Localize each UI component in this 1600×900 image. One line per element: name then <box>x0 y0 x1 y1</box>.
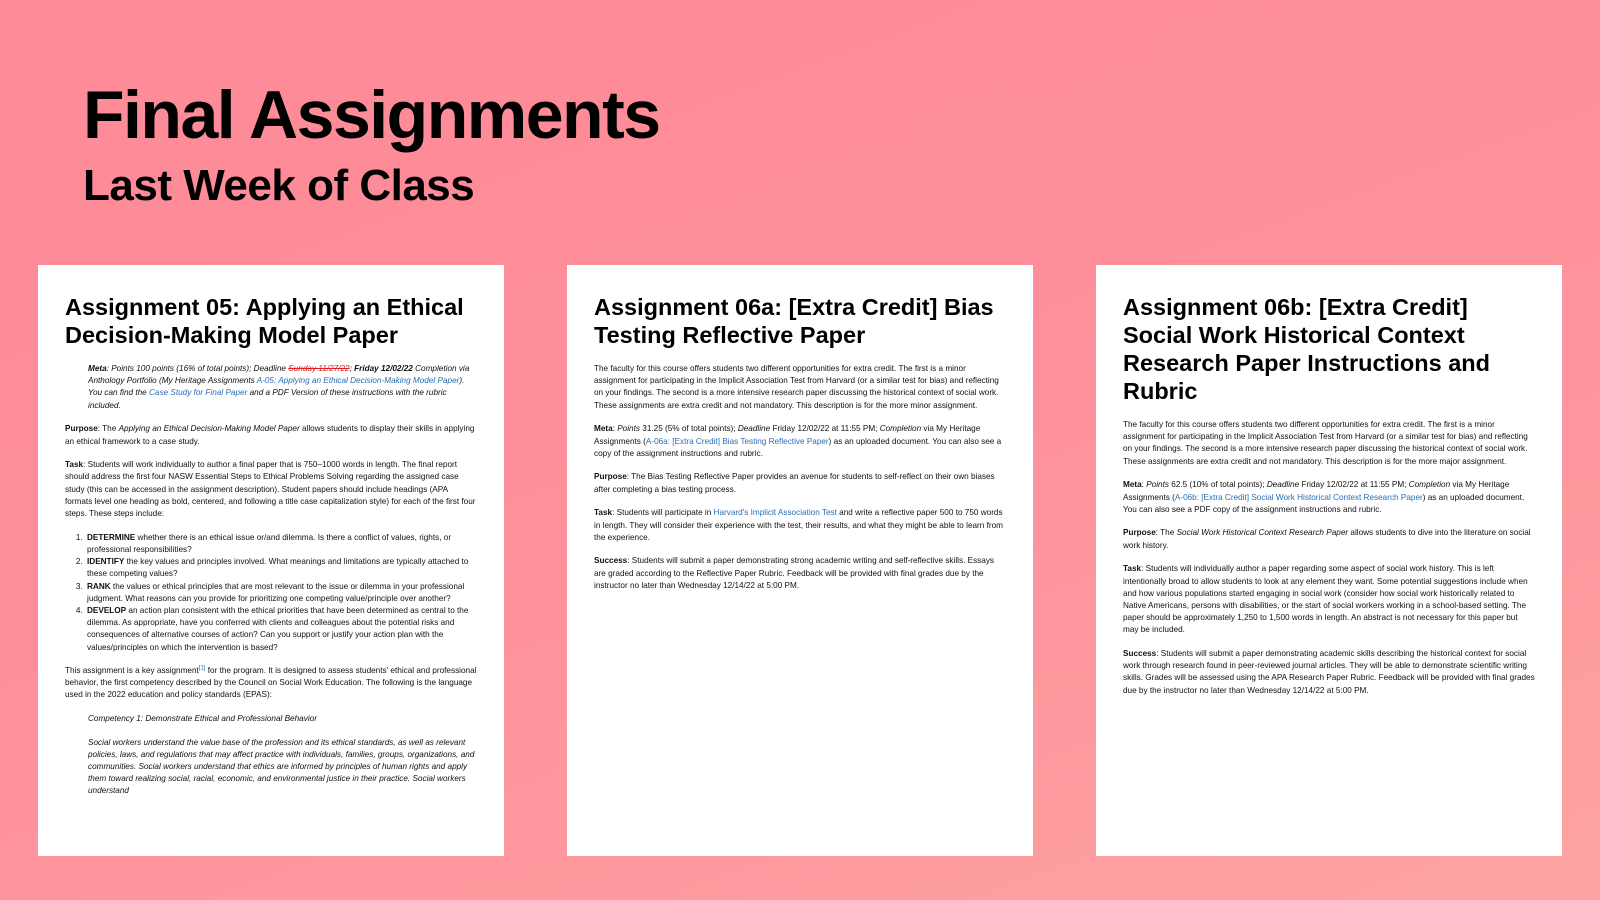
a05-assignment-link[interactable]: A-05: Applying an Ethical Decision-Makin… <box>257 376 460 385</box>
meta-text: 62.5 (10% of total points); <box>1168 480 1267 490</box>
list-item: RANK the values or ethical principles th… <box>85 581 477 605</box>
meta-text: 31.25 (5% of total points); <box>639 424 738 434</box>
slide-title: Final Assignments <box>83 77 661 153</box>
meta-points-label: Points <box>1146 480 1169 490</box>
meta-completion-label: Completion <box>1408 480 1451 490</box>
assignment-06b-success: Success: Students will submit a paper de… <box>1123 648 1535 697</box>
task-label: Task <box>1123 564 1142 574</box>
task-label: Task <box>65 460 84 470</box>
meta-deadline-label: Deadline <box>737 424 771 434</box>
case-study-link[interactable]: Case Study for Final Paper <box>149 388 247 397</box>
competency-quote: Social workers understand the value base… <box>88 737 475 796</box>
slide-subtitle: Last Week of Class <box>83 161 475 210</box>
competency-heading: Competency 1: Demonstrate Ethical and Pr… <box>88 713 317 723</box>
task-text: : Students will participate in <box>612 508 714 518</box>
meta-label: Meta <box>1123 480 1142 490</box>
assignment-06a-purpose: Purpose: The Bias Testing Reflective Pap… <box>594 471 1006 495</box>
meta-text: : Points 100 points (16% of total points… <box>106 364 289 373</box>
paper-title: Applying an Ethical Decision-Making Mode… <box>118 424 300 434</box>
success-label: Success <box>1123 649 1157 659</box>
paper-title: Social Work Historical Context Research … <box>1176 528 1349 538</box>
step-text: whether there is an ethical issue or/and… <box>87 532 452 554</box>
a06a-assignment-link[interactable]: A-06a: [Extra Credit] Bias Testing Refle… <box>646 437 829 446</box>
new-deadline: Friday 12/02/22 <box>354 364 413 373</box>
task-label: Task <box>594 508 613 518</box>
assignment-05-title: Assignment 05: Applying an Ethical Decis… <box>65 294 464 348</box>
meta-text: Friday 12/02/22 at 11:55 PM; <box>770 424 880 434</box>
assignment-06a-page: Assignment 06a: [Extra Credit] Bias Test… <box>567 265 1033 856</box>
meta-text: Friday 12/02/22 at 11:55 PM; <box>1299 480 1409 490</box>
assignment-06b-meta: Meta: Points 62.5 (10% of total points);… <box>1123 479 1535 516</box>
success-label: Success <box>594 556 628 566</box>
assignment-06a-task: Task: Students will participate in Harva… <box>594 507 1006 544</box>
purpose-text: : The Bias Testing Reflective Paper prov… <box>594 472 995 494</box>
key-text: This assignment is a key assignment <box>65 665 199 675</box>
success-text: : Students will submit a paper demonstra… <box>594 556 995 590</box>
meta-label: Meta <box>88 364 107 373</box>
list-item: DEVELOP an action plan consistent with t… <box>85 605 477 654</box>
step-text: an action plan consistent with the ethic… <box>87 605 469 652</box>
purpose-text: : The <box>1155 528 1177 538</box>
assignment-06a-meta: Meta: Points 31.25 (5% of total points);… <box>594 423 1006 460</box>
list-item: DETERMINE whether there is an ethical is… <box>85 532 477 556</box>
meta-points-label: Points <box>617 424 640 434</box>
assignment-05-task: Task: Students will work individually to… <box>65 459 477 520</box>
meta-completion-label: Completion <box>879 424 922 434</box>
purpose-label: Purpose <box>1123 528 1156 538</box>
purpose-text: : The <box>97 424 119 434</box>
purpose-label: Purpose <box>65 424 98 434</box>
purpose-label: Purpose <box>594 472 627 482</box>
task-text: : Students will work individually to aut… <box>65 460 476 519</box>
assignment-06b-purpose: Purpose: The Social Work Historical Cont… <box>1123 527 1535 551</box>
assignment-06b-intro: The faculty for this course offers stude… <box>1123 420 1528 466</box>
assignment-06a-title: Assignment 06a: [Extra Credit] Bias Test… <box>594 294 994 348</box>
ethical-steps-list: DETERMINE whether there is an ethical is… <box>65 532 477 654</box>
old-deadline: Sunday 11/27/22 <box>288 364 350 373</box>
meta-label: Meta <box>594 424 613 434</box>
step-term: DETERMINE <box>87 532 136 542</box>
assignment-06a-intro: The faculty for this course offers stude… <box>594 364 999 410</box>
step-term: IDENTIFY <box>87 557 125 567</box>
step-text: the key values and principles involved. … <box>87 557 469 579</box>
implicit-association-test-link[interactable]: Harvard's Implicit Association Test <box>714 508 837 517</box>
key-assignment-paragraph: This assignment is a key assignment[1] f… <box>65 665 477 702</box>
assignment-05-purpose: Purpose: The Applying an Ethical Decisio… <box>65 423 477 447</box>
step-term: DEVELOP <box>87 605 127 615</box>
a06b-assignment-link[interactable]: A-06b: [Extra Credit] Social Work Histor… <box>1175 493 1423 502</box>
assignment-05-page: Assignment 05: Applying an Ethical Decis… <box>38 265 504 856</box>
task-text: : Students will individually author a pa… <box>1123 564 1528 635</box>
assignment-06b-title: Assignment 06b: [Extra Credit] Social Wo… <box>1123 294 1490 404</box>
assignment-06a-success: Success: Students will submit a paper de… <box>594 555 1006 592</box>
list-item: IDENTIFY the key values and principles i… <box>85 556 477 580</box>
assignment-06b-page: Assignment 06b: [Extra Credit] Social Wo… <box>1096 265 1562 856</box>
step-text: the values or ethical principles that ar… <box>87 581 465 603</box>
success-text: : Students will submit a paper demonstra… <box>1123 649 1535 695</box>
step-term: RANK <box>87 581 111 591</box>
meta-deadline-label: Deadline <box>1266 480 1300 490</box>
assignment-05-meta: Meta: Points 100 points (16% of total po… <box>65 363 477 412</box>
assignment-06b-task: Task: Students will individually author … <box>1123 563 1535 636</box>
